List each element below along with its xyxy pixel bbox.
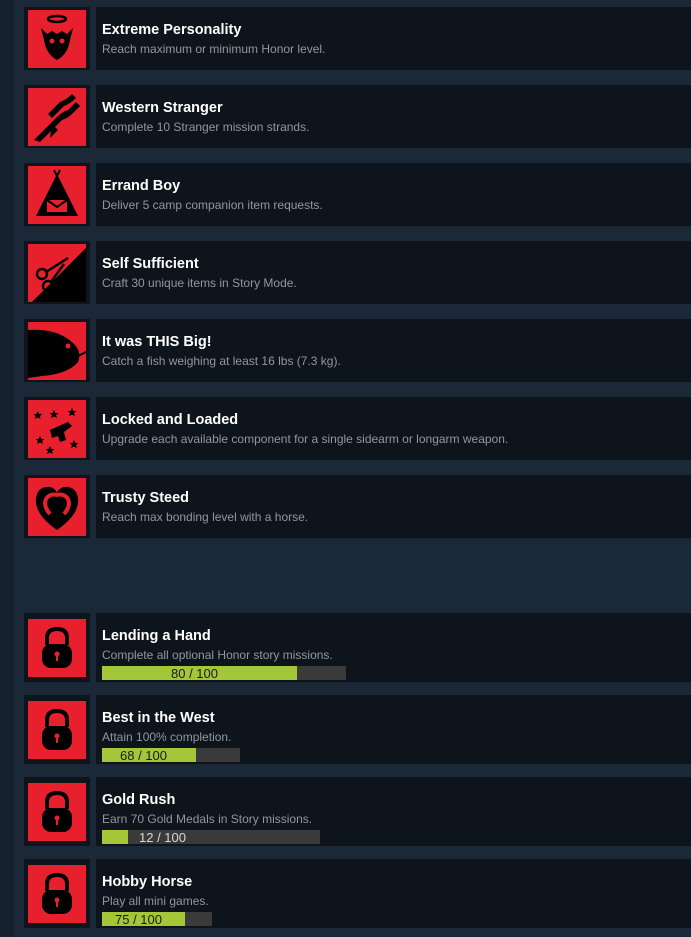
achievement-text: Errand Boy Deliver 5 camp companion item…: [96, 163, 691, 226]
tent-letter-icon: [28, 165, 86, 224]
padlock-icon: [28, 618, 86, 677]
achievement-icon-frame: [24, 777, 90, 846]
achievement-row[interactable]: It was THIS Big! Catch a fish weighing a…: [24, 319, 691, 382]
achievement-title: It was THIS Big!: [102, 334, 212, 350]
achievement-text: Extreme Personality Reach maximum or min…: [96, 7, 691, 70]
achievement-description: Deliver 5 camp companion item requests.: [102, 198, 323, 212]
achievement-description: Catch a fish weighing at least 16 lbs (7…: [102, 354, 341, 368]
achievement-text: Western Stranger Complete 10 Stranger mi…: [96, 85, 691, 148]
achievement-description: Reach max bonding level with a horse.: [102, 510, 309, 524]
achievement-description: Play all mini games.: [102, 894, 209, 908]
halo-horned-head-icon: [28, 9, 86, 68]
locked-achievement-row[interactable]: Hobby Horse Play all mini games. 75 / 10…: [24, 859, 691, 928]
progress-label: 75 / 100: [115, 912, 162, 927]
achievement-text: Trusty Steed Reach max bonding level wit…: [96, 475, 691, 538]
progress-bar: 80 / 100: [102, 666, 346, 681]
achievement-icon-frame: [24, 397, 90, 460]
achievement-title: Locked and Loaded: [102, 412, 239, 428]
achievement-description: Earn 70 Gold Medals in Story missions.: [102, 812, 313, 826]
padlock-icon: [28, 782, 86, 841]
progress-bar: 12 / 100: [102, 830, 320, 845]
padlock-icon: [28, 864, 86, 923]
achievement-row[interactable]: Western Stranger Complete 10 Stranger mi…: [24, 85, 691, 148]
handshake-icon: [28, 87, 86, 146]
achievement-title: Hobby Horse: [102, 874, 193, 890]
achievement-title: Errand Boy: [102, 178, 181, 194]
achievement-icon-frame: [24, 695, 90, 764]
achievement-description: Upgrade each available component for a s…: [102, 432, 509, 446]
achievement-text: It was THIS Big! Catch a fish weighing a…: [96, 319, 691, 382]
achievement-title: Lending a Hand: [102, 628, 211, 644]
padlock-icon: [28, 700, 86, 759]
achievement-icon-frame: [24, 85, 90, 148]
achievement-description: Attain 100% completion.: [102, 730, 232, 744]
achievement-row[interactable]: Errand Boy Deliver 5 camp companion item…: [24, 163, 691, 226]
fish-icon: [28, 321, 86, 380]
locked-achievement-row[interactable]: Best in the West Attain 100% completion.…: [24, 695, 691, 764]
locked-achievement-row[interactable]: Gold Rush Earn 70 Gold Medals in Story m…: [24, 777, 691, 846]
left-gutter: [0, 0, 14, 937]
achievement-description: Complete 10 Stranger mission strands.: [102, 120, 310, 134]
progress-label: 68 / 100: [120, 748, 167, 763]
achievement-text: Self Sufficient Craft 30 unique items in…: [96, 241, 691, 304]
achievement-title: Self Sufficient: [102, 256, 199, 272]
achievement-title: Trusty Steed: [102, 490, 190, 506]
achievement-description: Reach maximum or minimum Honor level.: [102, 42, 326, 56]
achievement-icon-frame: [24, 613, 90, 682]
achievement-icon-frame: [24, 7, 90, 70]
achievement-title: Western Stranger: [102, 100, 223, 116]
horseshoe-heart-icon: [28, 477, 86, 536]
achievement-row[interactable]: Locked and Loaded Upgrade each available…: [24, 397, 691, 460]
achievement-text: Gold Rush Earn 70 Gold Medals in Story m…: [96, 777, 691, 846]
achievement-text: Lending a Hand Complete all optional Hon…: [96, 613, 691, 682]
achievement-row[interactable]: Extreme Personality Reach maximum or min…: [24, 7, 691, 70]
scissors-icon: [28, 243, 86, 302]
achievement-icon-frame: [24, 859, 90, 928]
achievement-description: Craft 30 unique items in Story Mode.: [102, 276, 297, 290]
progress-label: 80 / 100: [171, 666, 218, 681]
achievement-text: Hobby Horse Play all mini games. 75 / 10…: [96, 859, 691, 928]
achievement-text: Best in the West Attain 100% completion.…: [96, 695, 691, 764]
locked-achievement-row[interactable]: Lending a Hand Complete all optional Hon…: [24, 613, 691, 682]
achievement-title: Gold Rush: [102, 792, 176, 808]
achievement-icon-frame: [24, 475, 90, 538]
revolver-sparkle-icon: [28, 399, 86, 458]
achievement-icon-frame: [24, 163, 90, 226]
achievement-row[interactable]: Trusty Steed Reach max bonding level wit…: [24, 475, 691, 538]
achievement-description: Complete all optional Honor story missio…: [102, 648, 333, 662]
progress-fill: [102, 830, 129, 844]
achievement-icon-frame: [24, 319, 90, 382]
progress-bar: 75 / 100: [102, 912, 212, 927]
progress-label: 12 / 100: [139, 830, 186, 845]
achievement-title: Extreme Personality: [102, 22, 242, 38]
achievement-row[interactable]: Self Sufficient Craft 30 unique items in…: [24, 241, 691, 304]
achievement-text: Locked and Loaded Upgrade each available…: [96, 397, 691, 460]
achievement-title: Best in the West: [102, 710, 215, 726]
achievement-icon-frame: [24, 241, 90, 304]
progress-bar: 68 / 100: [102, 748, 240, 763]
